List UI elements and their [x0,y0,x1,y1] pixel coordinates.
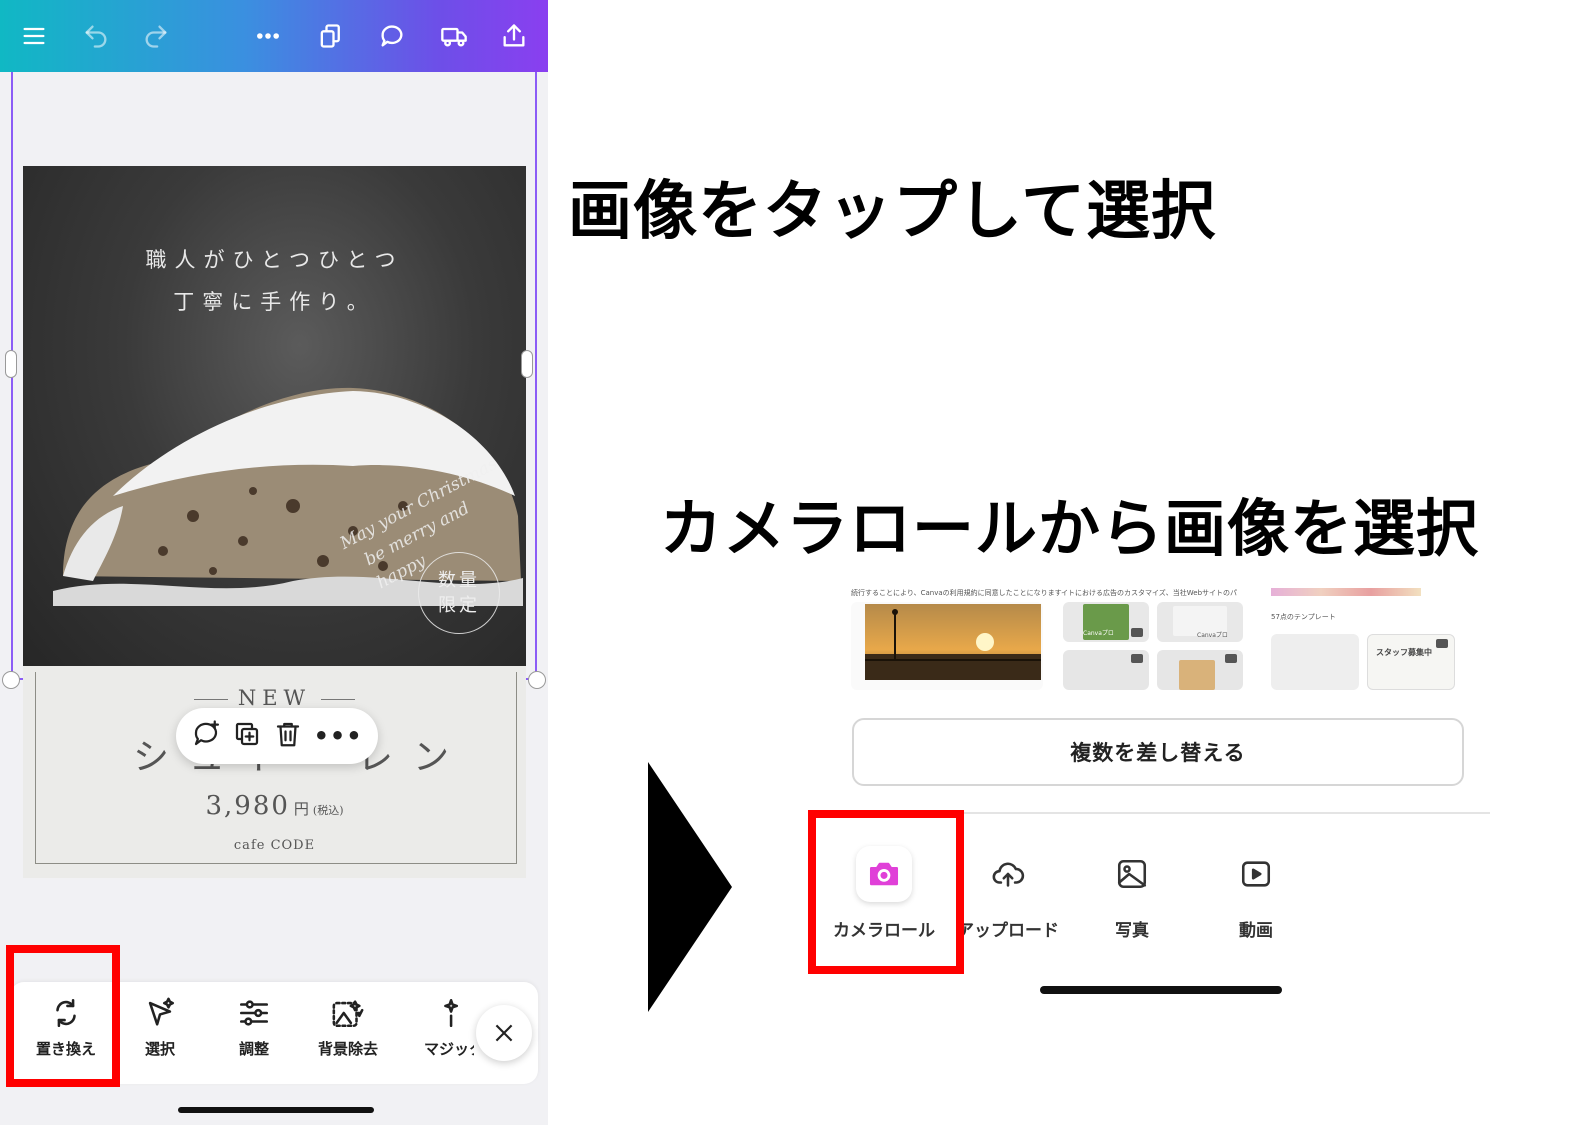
arrow-right-icon [648,762,732,1012]
thumb-label: Canvaプロ [1083,630,1114,637]
resize-handle-left[interactable] [5,350,17,378]
tool-select[interactable]: 選択 [112,996,208,1059]
template-strip [1271,588,1421,596]
highlight-replace-tool [6,945,120,1087]
poster-headline-1: 職人がひとつひとつ [145,248,404,272]
thumb-caption: イトにおける広告のカスタマイズ、当社Webサイトのパ [1061,589,1238,597]
redo-icon[interactable] [140,20,172,52]
element-context-bar: ••• [176,708,378,764]
thumbnail-template[interactable]: Canvaプロ [1063,602,1149,642]
photo-icon-tile [1104,846,1160,902]
thumbnail-template[interactable] [1063,650,1149,690]
menu-icon[interactable] [18,20,50,52]
thumbnail-sunset[interactable] [851,602,1043,690]
cloud-upload-icon-tile [980,846,1036,902]
close-icon [495,1024,513,1042]
home-indicator [1040,986,1282,994]
limited-badge: 数量限定 [418,552,500,634]
resize-handle-right[interactable] [521,350,533,378]
thumbnail-template[interactable] [1157,650,1243,690]
new-label: NEW [23,686,526,710]
comment-icon[interactable] [376,20,408,52]
price-tax: (税込) [312,804,344,817]
thumbnail-template[interactable]: Canvaプロ [1157,602,1243,642]
pages-icon[interactable] [314,20,346,52]
cloud-upload-icon [992,862,1025,887]
tool-label: マジック [424,1040,474,1058]
tool-label: 背景除去 [317,1040,378,1058]
thumbnail-staff-recruit[interactable]: スタッフ募集中 [1367,634,1455,690]
magic-icon [444,998,459,1028]
recent-thumbnails: 続行することにより、Canvaの利用規約に同意したことになります イトにおける広… [851,588,1473,690]
resize-handle-bottom-right[interactable] [528,671,546,689]
source-photos[interactable]: 写真 [1070,846,1194,941]
magic-select-icon [148,997,175,1026]
price-number: 3,980 [205,791,290,821]
poster-photo[interactable]: 職人がひとつひとつ 丁寧に手作り。 May your Christmas be … [23,166,526,678]
thumb-label: Canvaプロ [1197,632,1228,639]
tool-background-remover[interactable]: 背景除去 [300,996,396,1059]
tool-magic[interactable]: マジック [394,996,474,1059]
print-delivery-icon[interactable] [438,20,470,52]
delete-icon[interactable] [273,719,303,753]
thumb-label: スタッフ募集中 [1376,648,1432,657]
source-label: アップロード [957,921,1059,941]
undo-icon[interactable] [80,20,112,52]
tool-adjust[interactable]: 調整 [206,996,302,1059]
video-icon [1241,861,1271,887]
price-unit: 円 [293,800,309,818]
new-label-text: NEW [237,686,312,710]
home-indicator [178,1107,374,1113]
more-icon[interactable]: ••• [314,724,363,748]
badge-text: 数量限定 [438,570,480,616]
duplicate-icon[interactable] [232,719,262,753]
thumb-caption: 57点のテンプレート [1271,613,1336,621]
video-icon-tile [1228,846,1284,902]
source-videos[interactable]: 動画 [1194,846,1318,941]
source-label: 動画 [1239,921,1273,941]
editor-top-bar [0,0,548,72]
replace-multiple-button[interactable]: 複数を差し替える [852,718,1464,786]
price: 3,980 円 (税込) [23,791,526,821]
thumb-caption: 続行することにより、Canvaの利用規約に同意したことになります [851,589,1062,597]
step2-caption: カメラロールから画像を選択 [660,492,1480,565]
step1-caption: 画像をタップして選択 [568,175,1217,249]
highlight-camera-roll [808,810,964,974]
tool-label: 選択 [144,1040,175,1058]
thumbnail-blank[interactable] [1271,634,1359,690]
source-label: 写真 [1115,921,1149,941]
sliders-icon [239,1000,269,1026]
more-options-icon[interactable] [252,20,284,52]
background-remover-icon [332,1000,364,1028]
share-upload-icon[interactable] [498,20,530,52]
poster-paper-area: NEW シュトーレン 3,980円(税込) cafe CODE [23,666,526,878]
photo-icon [1117,859,1147,889]
tool-label: 調整 [238,1040,269,1058]
poster-headline-2: 丁寧に手作り。 [173,290,376,314]
resize-handle-bottom-left[interactable] [2,671,20,689]
shop-name: cafe CODE [233,838,316,853]
add-comment-icon[interactable] [191,719,221,753]
source-upload[interactable]: アップロード [946,846,1070,941]
close-toolbar-button[interactable] [476,1005,532,1061]
